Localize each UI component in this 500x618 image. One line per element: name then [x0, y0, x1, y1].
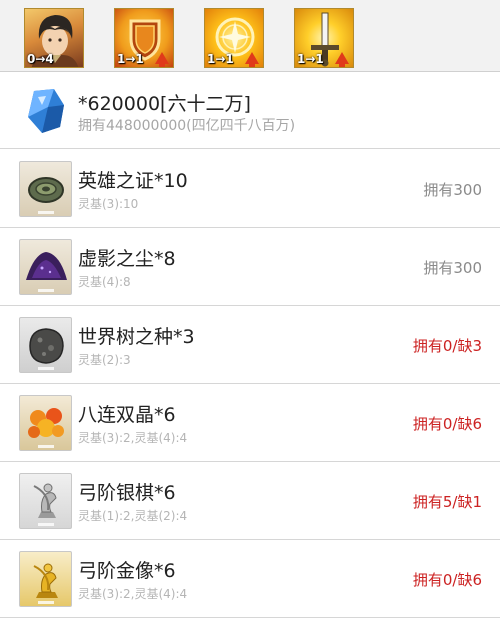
qp-owned-label: 拥有448000000(四亿四千八百万) [78, 118, 296, 134]
list-item[interactable]: 弓阶金像*6 灵基(3):2,灵基(4):4 拥有0/缺6 [0, 540, 500, 618]
servant-portrait-icon[interactable]: 0→4 [24, 8, 84, 68]
archer-silver-piece-icon [19, 473, 72, 529]
item-owned-status: 拥有0/缺3 [412, 337, 482, 355]
octuplet-crystal-icon [19, 395, 72, 451]
skill-level-label: 1→1 [297, 52, 324, 66]
qp-row[interactable]: *620000[六十二万] 拥有448000000(四亿四千八百万) [0, 73, 500, 149]
qp-cost-label: *620000[六十二万] [78, 93, 251, 115]
list-item[interactable]: 英雄之证*10 灵基(3):10 拥有300 [0, 150, 500, 228]
item-owned-status: 拥有0/缺6 [412, 571, 482, 589]
item-requirement: 灵基(3):2,灵基(4):4 [78, 587, 188, 601]
item-name: 世界树之种*3 [78, 326, 195, 348]
item-name: 虚影之尘*8 [78, 248, 176, 270]
level-up-arrow-icon [155, 52, 169, 67]
seed-of-yggdrasil-icon [19, 317, 72, 373]
skill-level-label: 1→1 [207, 52, 234, 66]
item-requirement: 灵基(2):3 [78, 353, 131, 367]
item-requirement: 灵基(1):2,灵基(2):4 [78, 509, 188, 523]
item-name: 英雄之证*10 [78, 170, 188, 192]
crystal-icon [28, 89, 64, 133]
archer-gold-statue-icon [19, 551, 72, 607]
level-up-arrow-icon [245, 52, 259, 67]
heros-proof-icon [19, 161, 72, 217]
void-dust-icon [19, 239, 72, 295]
list-item[interactable]: 弓阶银棋*6 灵基(1):2,灵基(2):4 拥有5/缺1 [0, 462, 500, 540]
item-name: 弓阶银棋*6 [78, 482, 176, 504]
item-requirement: 灵基(4):8 [78, 275, 131, 289]
item-name: 八连双晶*6 [78, 404, 176, 426]
list-item[interactable]: 虚影之尘*8 灵基(4):8 拥有300 [0, 228, 500, 306]
list-item[interactable]: 八连双晶*6 灵基(3):2,灵基(4):4 拥有0/缺6 [0, 384, 500, 462]
item-owned-status: 拥有0/缺6 [412, 415, 482, 433]
sun-compass-skill-icon[interactable]: 1→1 [204, 8, 264, 68]
sword-skill-icon[interactable]: 1→1 [294, 8, 354, 68]
shield-skill-icon[interactable]: 1→1 [114, 8, 174, 68]
level-up-arrow-icon [335, 52, 349, 67]
item-owned-status: 拥有5/缺1 [412, 493, 482, 511]
skill-level-label: 1→1 [117, 52, 144, 66]
item-name: 弓阶金像*6 [78, 560, 176, 582]
list-item[interactable]: 世界树之种*3 灵基(2):3 拥有0/缺3 [0, 306, 500, 384]
item-requirement: 灵基(3):10 [78, 197, 139, 211]
item-owned-status: 拥有300 [423, 259, 482, 277]
skill-bar: 0→4 1→1 1→1 1→1 [0, 0, 500, 72]
item-owned-status: 拥有300 [423, 181, 482, 199]
skill-level-label: 0→4 [27, 52, 54, 66]
item-requirement: 灵基(3):2,灵基(4):4 [78, 431, 188, 445]
